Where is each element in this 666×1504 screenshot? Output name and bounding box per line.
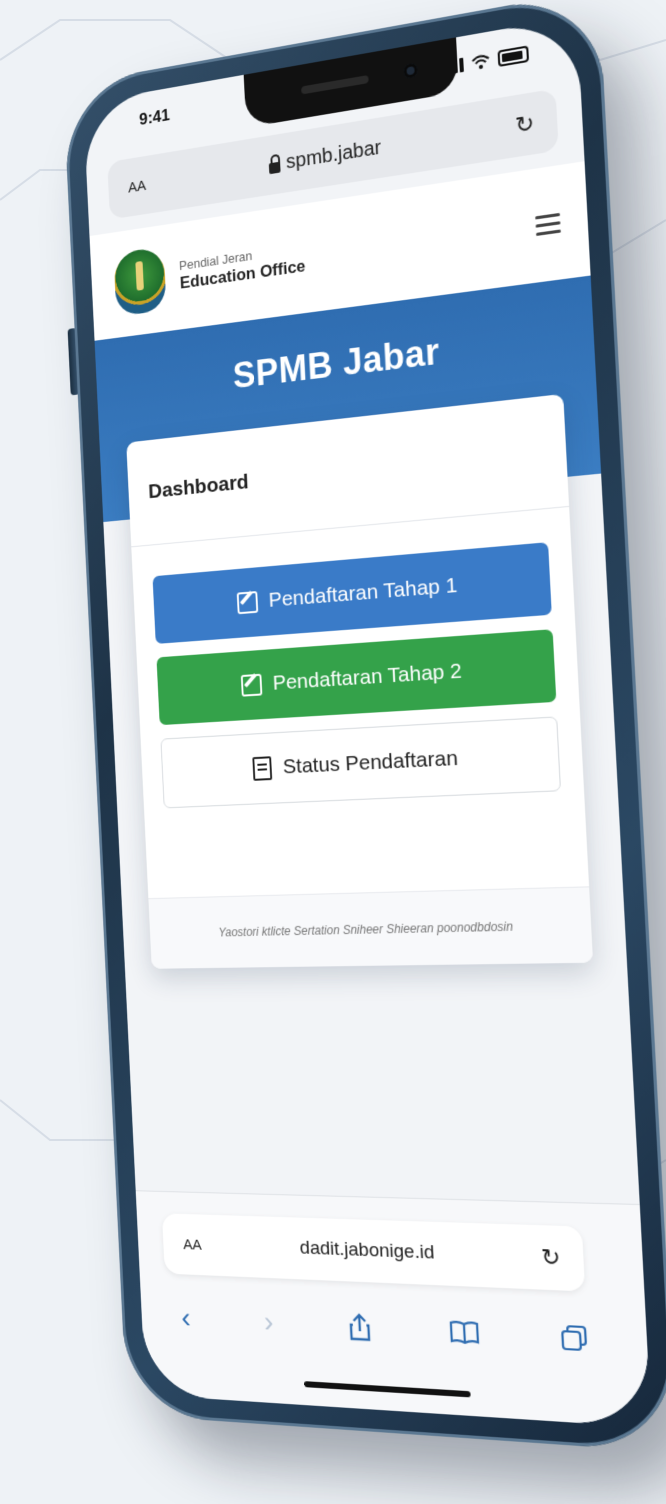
lock-icon [269, 161, 281, 174]
url-host-text: spmb.jabar [285, 136, 382, 174]
card-footer: Yaostori ktlicte Sertation Sniheer Shiee… [148, 886, 594, 969]
wifi-icon [471, 53, 490, 70]
text-size-button[interactable]: AA [128, 177, 147, 196]
address-bar-bottom[interactable]: AA dadit.jabonige.id ↻ [161, 1213, 586, 1292]
browser-nav-row: ‹ › [166, 1293, 606, 1366]
register-stage2-button[interactable]: Pendaftaran Tahap 2 [156, 629, 557, 726]
url-host: spmb.jabar [269, 136, 382, 177]
share-icon[interactable] [348, 1313, 371, 1342]
register-stage1-label: Pendaftaran Tahap 1 [268, 573, 459, 612]
url-host-bottom: dadit.jabonige.id [299, 1237, 435, 1264]
reload-icon[interactable]: ↻ [515, 110, 535, 140]
registration-status-label: Status Pendaftaran [282, 746, 459, 779]
dashboard-card: Dashboard Pendaftaran Tahap 1 Pendaftara… [126, 393, 594, 969]
browser-bottom-toolbar: AA dadit.jabonige.id ↻ ‹ › [135, 1190, 652, 1428]
reload-icon-bottom[interactable]: ↻ [541, 1244, 562, 1272]
org-name-block: Pendial Jeran Education Office [179, 240, 306, 293]
phone-screen: 9:41 AA spmb.jabar ↻ Pendial Jeran Educa… [83, 16, 652, 1428]
front-camera [403, 62, 418, 79]
forward-icon[interactable]: › [263, 1305, 274, 1339]
back-icon[interactable]: ‹ [181, 1302, 192, 1336]
province-logo[interactable] [113, 246, 167, 317]
tabs-icon[interactable] [560, 1324, 589, 1353]
status-time: 9:41 [138, 105, 171, 129]
register-stage2-label: Pendaftaran Tahap 2 [272, 659, 463, 695]
register-stage1-button[interactable]: Pendaftaran Tahap 1 [152, 542, 552, 644]
action-list: Pendaftaran Tahap 1 Pendaftaran Tahap 2 … [131, 507, 584, 809]
clipboard-icon [252, 756, 273, 781]
speaker [301, 75, 369, 95]
phone-frame: 9:41 AA spmb.jabar ↻ Pendial Jeran Educa… [62, 0, 666, 1453]
hamburger-menu-icon[interactable] [535, 212, 561, 236]
home-indicator[interactable] [304, 1381, 471, 1398]
phone-stage: 9:41 AA spmb.jabar ↻ Pendial Jeran Educa… [9, 0, 666, 1504]
registration-status-button[interactable]: Status Pendaftaran [160, 716, 562, 809]
bookmarks-icon[interactable] [448, 1319, 479, 1345]
text-size-button-bottom[interactable]: AA [183, 1236, 202, 1253]
edit-icon [240, 673, 263, 697]
battery-icon [497, 45, 530, 68]
edit-icon [236, 591, 258, 615]
